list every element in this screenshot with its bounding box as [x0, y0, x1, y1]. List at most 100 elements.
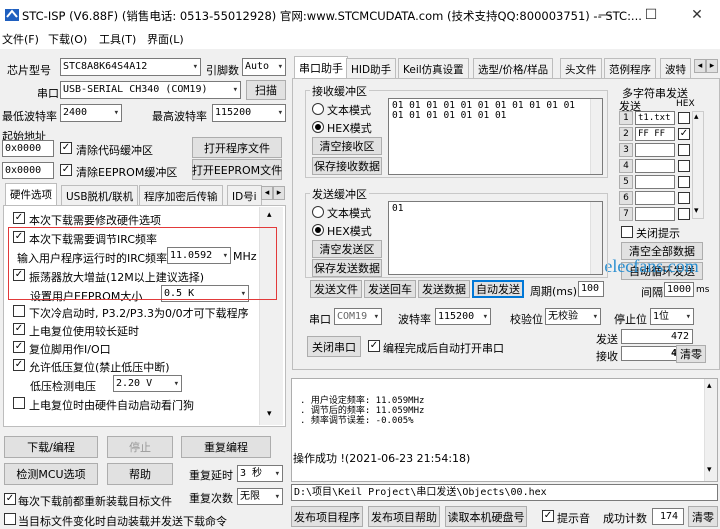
clear-success-button[interactable]: 清零 — [688, 506, 718, 527]
menu-tools[interactable]: 工具(T) — [99, 31, 136, 47]
option-cold-start-checkbox[interactable] — [13, 305, 25, 317]
multi-value-7-input[interactable] — [635, 207, 675, 221]
recv-text-mode-radio[interactable] — [312, 103, 324, 115]
low-voltage-select[interactable]: 2.20 V ▾ — [113, 375, 182, 392]
tab-usb-offline[interactable]: USB脱机/联机 — [61, 185, 139, 205]
tab-hid-assistant[interactable]: HID助手 — [346, 58, 397, 78]
tab-hardware-options[interactable]: 硬件选项 — [5, 183, 57, 205]
scroll-down-icon[interactable]: ▾ — [707, 465, 712, 475]
stop-button[interactable]: 停止 — [107, 436, 173, 458]
option-watchdog-checkbox[interactable] — [13, 397, 25, 409]
multi-send-1-button[interactable]: 1 — [619, 111, 633, 125]
eeprom-addr-input[interactable]: 0x0000 — [2, 162, 54, 179]
send-scrollbar[interactable] — [590, 202, 602, 274]
multi-hex-1-checkbox[interactable] — [678, 112, 690, 124]
publish-help-button[interactable]: 发布项目帮助 — [368, 506, 440, 527]
minimize-button[interactable]: — — [582, 0, 628, 30]
scan-button[interactable]: 扫描 — [246, 80, 286, 100]
auto-send-button[interactable]: 自动发送 — [472, 280, 524, 298]
option-modify-hw-checkbox[interactable]: ✓ — [13, 212, 25, 224]
multi-hex-5-checkbox[interactable] — [678, 176, 690, 188]
multi-string-scrollbar[interactable]: ▴ ▾ — [692, 111, 704, 219]
tab-selection-price[interactable]: 选型/价格/样品 — [473, 58, 554, 78]
multi-send-7-button[interactable]: 7 — [619, 207, 633, 221]
recv-hex-mode-radio[interactable] — [312, 121, 324, 133]
multi-send-4-button[interactable]: 4 — [619, 159, 633, 173]
send-textarea[interactable]: 01 — [388, 201, 603, 275]
open-eeprom-button[interactable]: 打开EEPROM文件 — [192, 159, 282, 180]
baud-select[interactable]: 115200 ▾ — [435, 308, 491, 325]
serial-port-select[interactable]: COM19 ▾ — [334, 308, 382, 325]
send-text-mode-radio[interactable] — [312, 206, 324, 218]
multi-hex-3-checkbox[interactable] — [678, 144, 690, 156]
close-hint-checkbox[interactable] — [621, 226, 633, 238]
send-cr-button[interactable]: 发送回车 — [364, 280, 416, 298]
multi-hex-6-checkbox[interactable] — [678, 192, 690, 204]
scroll-down-icon[interactable]: ▾ — [267, 409, 272, 419]
tab-scroll-left-icon[interactable]: ◂ — [694, 59, 706, 73]
save-send-button[interactable]: 保存发送数据 — [312, 259, 382, 277]
detect-mcu-button[interactable]: 检测MCU选项 — [4, 463, 98, 485]
chip-select[interactable]: STC8A8K64S4A12 ▾ — [60, 58, 201, 76]
close-port-button[interactable]: 关闭串口 — [307, 336, 361, 357]
multi-value-2-input[interactable]: FF FF — [635, 127, 675, 141]
clear-eeprom-checkbox[interactable]: ✓ — [60, 164, 72, 176]
multi-value-4-input[interactable] — [635, 159, 675, 173]
multi-value-1-input[interactable]: t1.txt — [635, 111, 675, 125]
code-addr-input[interactable]: 0x0000 — [2, 140, 54, 157]
reload-checkbox[interactable]: ✓ — [4, 493, 16, 505]
menu-interface[interactable]: 界面(L) — [147, 31, 184, 47]
tab-serial-assistant[interactable]: 串口助手 — [294, 56, 348, 78]
auto-open-checkbox[interactable]: ✓ — [368, 340, 380, 352]
publish-program-button[interactable]: 发布项目程序 — [291, 506, 363, 527]
tab-scroll-left-icon[interactable]: ◂ — [261, 186, 273, 200]
multi-send-6-button[interactable]: 6 — [619, 191, 633, 205]
scroll-down-icon[interactable]: ▾ — [694, 206, 699, 216]
multi-value-6-input[interactable] — [635, 191, 675, 205]
clear-count-button[interactable]: 清零 — [676, 345, 706, 363]
log-scrollbar[interactable]: ▴ ▾ — [704, 379, 717, 481]
option-long-delay-checkbox[interactable]: ✓ — [13, 323, 25, 335]
tab-baud[interactable]: 波特 — [660, 58, 691, 78]
period-input[interactable]: 100 — [578, 281, 604, 297]
interval-input[interactable]: 1000 — [664, 282, 694, 297]
multi-send-3-button[interactable]: 3 — [619, 143, 633, 157]
tab-examples[interactable]: 范例程序 — [604, 58, 656, 78]
tab-id[interactable]: ID号i — [227, 185, 262, 205]
close-button[interactable]: ✕ — [674, 0, 720, 30]
multi-value-5-input[interactable] — [635, 175, 675, 189]
read-disk-button[interactable]: 读取本机硬盘号 — [445, 506, 527, 527]
tab-scroll-right-icon[interactable]: ▸ — [273, 186, 285, 200]
tab-encrypted-transfer[interactable]: 程序加密后传输 — [139, 185, 223, 205]
multi-send-2-button[interactable]: 2 — [619, 127, 633, 141]
scroll-up-icon[interactable]: ▴ — [707, 381, 712, 391]
menu-file[interactable]: 文件(F) — [2, 31, 39, 47]
clear-send-button[interactable]: 清空发送区 — [312, 240, 382, 258]
tab-header-files[interactable]: 头文件 — [560, 58, 602, 78]
reprogram-button[interactable]: 重复编程 — [181, 436, 271, 458]
send-file-button[interactable]: 发送文件 — [310, 280, 362, 298]
tab-scroll-right-icon[interactable]: ▸ — [706, 59, 718, 73]
scroll-up-icon[interactable]: ▴ — [267, 210, 272, 220]
max-baud-select[interactable]: 115200 ▾ — [212, 104, 286, 122]
multi-send-5-button[interactable]: 5 — [619, 175, 633, 189]
repeat-delay-select[interactable]: 3 秒 ▾ — [237, 465, 283, 482]
auto-send-checkbox[interactable] — [4, 513, 16, 525]
send-hex-mode-radio[interactable] — [312, 224, 324, 236]
parity-select[interactable]: 无校验 ▾ — [545, 308, 601, 325]
notify-sound-checkbox[interactable]: ✓ — [542, 510, 554, 522]
option-reset-io-checkbox[interactable]: ✓ — [13, 341, 25, 353]
open-program-button[interactable]: 打开程序文件 — [192, 137, 282, 158]
menu-download[interactable]: 下载(O) — [48, 31, 87, 47]
maximize-button[interactable]: ☐ — [628, 0, 674, 30]
repeat-count-select[interactable]: 无限 ▾ — [237, 488, 283, 505]
option-low-voltage-checkbox[interactable]: ✓ — [13, 359, 25, 371]
multi-value-3-input[interactable] — [635, 143, 675, 157]
send-data-button[interactable]: 发送数据 — [418, 280, 470, 298]
receive-textarea[interactable]: 01 01 01 01 01 01 01 01 01 01 01 01 01 0… — [388, 98, 603, 175]
port-select[interactable]: USB-SERIAL CH340 (COM19) ▾ — [60, 81, 241, 99]
stop-bit-select[interactable]: 1位 ▾ — [650, 308, 694, 325]
tab-keil-settings[interactable]: Keil仿真设置 — [398, 58, 469, 78]
save-receive-button[interactable]: 保存接收数据 — [312, 157, 382, 175]
help-button[interactable]: 帮助 — [107, 463, 173, 485]
